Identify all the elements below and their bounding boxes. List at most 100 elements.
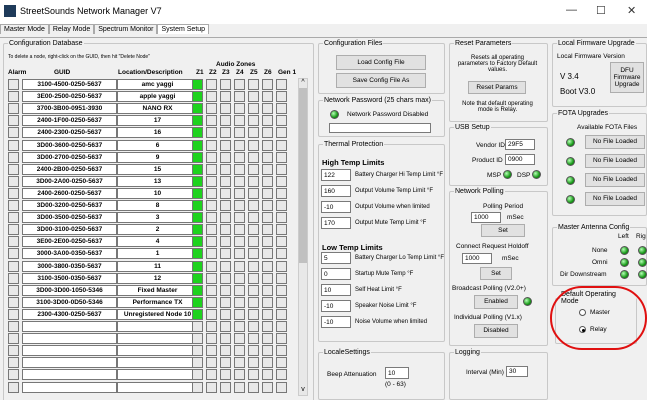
zone-2-checkbox[interactable] <box>206 308 217 320</box>
high-value-input-1[interactable]: 160 <box>321 185 351 197</box>
zone-1-checkbox[interactable] <box>192 333 203 345</box>
guid-cell[interactable] <box>22 369 117 381</box>
zone-2-checkbox[interactable] <box>206 357 217 369</box>
guid-cell[interactable]: 3100-3D00-0D50-5346 <box>22 296 117 308</box>
tab-system-setup[interactable]: System Setup <box>157 24 210 34</box>
gen1-checkbox[interactable] <box>276 163 287 175</box>
zone-3-checkbox[interactable] <box>220 345 231 357</box>
location-cell[interactable]: amc yaggi <box>117 79 198 90</box>
location-cell[interactable] <box>117 381 198 393</box>
guid-cell[interactable]: 3E00-2500-0250-5637 <box>22 91 117 103</box>
zone-5-checkbox[interactable] <box>248 248 259 260</box>
zone-5-checkbox[interactable] <box>248 127 259 139</box>
zone-4-checkbox[interactable] <box>234 248 245 260</box>
gen1-checkbox[interactable] <box>276 369 287 381</box>
high-value-input-2[interactable]: -10 <box>321 201 351 213</box>
product-id-input[interactable]: 0900 <box>505 154 535 165</box>
zone-5-checkbox[interactable] <box>248 139 259 151</box>
gen1-checkbox[interactable] <box>276 91 287 103</box>
zone-6-checkbox[interactable] <box>262 381 273 393</box>
zone-1-checkbox[interactable] <box>192 139 203 151</box>
zone-2-checkbox[interactable] <box>206 260 217 272</box>
guid-cell[interactable]: 2400-1F00-0250-5637 <box>22 115 117 127</box>
zone-3-checkbox[interactable] <box>220 115 231 127</box>
location-cell[interactable]: Fixed Master <box>117 284 198 296</box>
zone-1-checkbox[interactable] <box>192 115 203 127</box>
zone-1-checkbox[interactable] <box>192 272 203 284</box>
zone-5-checkbox[interactable] <box>248 175 259 187</box>
zone-6-checkbox[interactable] <box>262 212 273 224</box>
gen1-checkbox[interactable] <box>276 139 287 151</box>
zone-6-checkbox[interactable] <box>262 139 273 151</box>
zone-2-checkbox[interactable] <box>206 321 217 332</box>
guid-cell[interactable]: 2300-4300-0250-5637 <box>22 308 117 320</box>
zone-6-checkbox[interactable] <box>262 91 273 103</box>
reset-params-button[interactable]: Reset Params <box>468 81 526 94</box>
zone-2-checkbox[interactable] <box>206 163 217 175</box>
location-cell[interactable]: 11 <box>117 260 198 272</box>
location-cell[interactable]: Unregistered Node 10 <box>117 308 198 320</box>
zone-5-checkbox[interactable] <box>248 369 259 381</box>
guid-cell[interactable]: 3100-4500-0250-5637 <box>22 79 117 90</box>
vendor-id-input[interactable]: 29F5 <box>505 139 535 150</box>
antenna-dir-left-led[interactable] <box>620 270 629 279</box>
zone-1-checkbox[interactable] <box>192 248 203 260</box>
zone-6-checkbox[interactable] <box>262 248 273 260</box>
guid-cell[interactable] <box>22 345 117 357</box>
zone-6-checkbox[interactable] <box>262 79 273 90</box>
zone-3-checkbox[interactable] <box>220 187 231 199</box>
zone-6-checkbox[interactable] <box>262 321 273 332</box>
guid-cell[interactable]: 3000-3800-0350-5637 <box>22 260 117 272</box>
gen1-checkbox[interactable] <box>276 175 287 187</box>
zone-4-checkbox[interactable] <box>234 308 245 320</box>
location-cell[interactable] <box>117 321 198 332</box>
zone-3-checkbox[interactable] <box>220 151 231 163</box>
zone-2-checkbox[interactable] <box>206 236 217 248</box>
fota-file-button-3[interactable]: No File Loaded <box>585 173 645 187</box>
low-value-input-2[interactable]: 10 <box>321 284 351 296</box>
location-cell[interactable]: 4 <box>117 236 198 248</box>
zone-1-checkbox[interactable] <box>192 308 203 320</box>
guid-cell[interactable]: 3D00-3500-0250-5637 <box>22 212 117 224</box>
zone-4-checkbox[interactable] <box>234 212 245 224</box>
zone-4-checkbox[interactable] <box>234 272 245 284</box>
zone-5-checkbox[interactable] <box>248 187 259 199</box>
broadcast-enabled-button[interactable]: Enabled <box>474 295 518 309</box>
zone-4-checkbox[interactable] <box>234 224 245 236</box>
guid-cell[interactable]: 3D00-3D00-1050-5346 <box>22 284 117 296</box>
individual-disabled-button[interactable]: Disabled <box>474 324 518 338</box>
zone-4-checkbox[interactable] <box>234 175 245 187</box>
zone-6-checkbox[interactable] <box>262 163 273 175</box>
tab-relay-mode[interactable]: Relay Mode <box>48 24 95 34</box>
zone-4-checkbox[interactable] <box>234 357 245 369</box>
zone-2-checkbox[interactable] <box>206 91 217 103</box>
location-cell[interactable]: 3 <box>117 212 198 224</box>
gen1-checkbox[interactable] <box>276 127 287 139</box>
zone-3-checkbox[interactable] <box>220 103 231 115</box>
zone-5-checkbox[interactable] <box>248 91 259 103</box>
guid-cell[interactable]: 2400-2600-0250-5637 <box>22 187 117 199</box>
zone-1-checkbox[interactable] <box>192 212 203 224</box>
zone-5-checkbox[interactable] <box>248 260 259 272</box>
holdoff-set-button[interactable]: Set <box>480 267 512 280</box>
guid-cell[interactable] <box>22 357 117 369</box>
zone-5-checkbox[interactable] <box>248 103 259 115</box>
zone-4-checkbox[interactable] <box>234 200 245 211</box>
location-cell[interactable] <box>117 369 198 381</box>
zone-3-checkbox[interactable] <box>220 357 231 369</box>
gen1-checkbox[interactable] <box>276 333 287 345</box>
gen1-checkbox[interactable] <box>276 212 287 224</box>
low-value-input-1[interactable]: 0 <box>321 268 351 280</box>
gen1-checkbox[interactable] <box>276 151 287 163</box>
zone-2-checkbox[interactable] <box>206 151 217 163</box>
location-cell[interactable]: NANO RX <box>117 103 198 115</box>
zone-5-checkbox[interactable] <box>248 381 259 393</box>
gen1-checkbox[interactable] <box>276 200 287 211</box>
beep-attenuation-input[interactable]: 10 <box>385 367 409 379</box>
zone-1-checkbox[interactable] <box>192 369 203 381</box>
zone-5-checkbox[interactable] <box>248 296 259 308</box>
guid-cell[interactable]: 3D00-2A00-0250-5637 <box>22 175 117 187</box>
zone-2-checkbox[interactable] <box>206 381 217 393</box>
guid-cell[interactable]: 3E00-2E00-0250-5637 <box>22 236 117 248</box>
location-cell[interactable]: 2 <box>117 224 198 236</box>
